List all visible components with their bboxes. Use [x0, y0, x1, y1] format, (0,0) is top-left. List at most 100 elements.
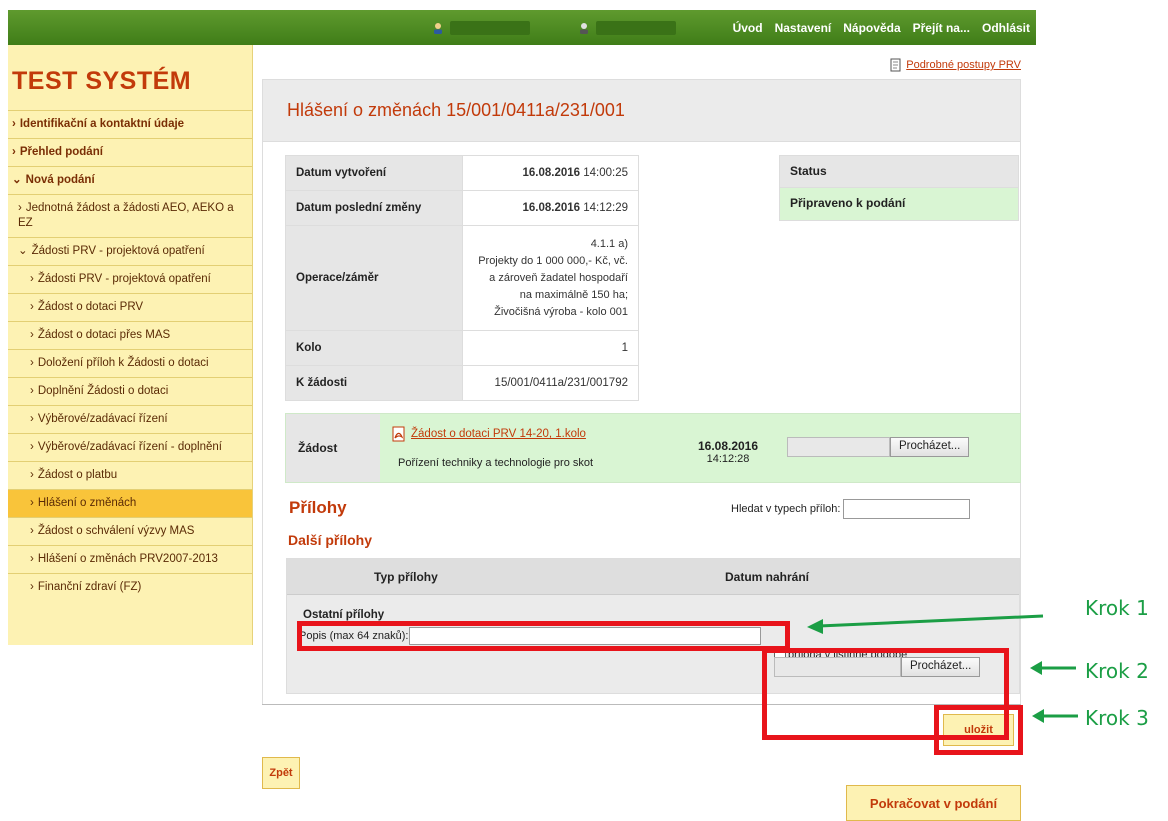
zadost-time-value: 14:12:28: [706, 453, 750, 465]
user-name-redacted: [450, 21, 530, 35]
sidebar-menu: › Identifikační a kontaktní údaje › Přehled…: [8, 110, 252, 601]
user-badge-1: [432, 20, 530, 36]
nav-prejit-na[interactable]: Přejít na...: [913, 21, 970, 35]
chevron-right-icon: ›: [30, 329, 34, 341]
chevron-right-icon: ›: [30, 273, 34, 285]
zadost-doc-link[interactable]: Žádost o dotaci PRV 14-20, 1.kolo: [391, 426, 586, 442]
sidebar-item[interactable]: › Žádosti PRV - projektová opatření: [8, 265, 252, 293]
back-button[interactable]: Zpět: [262, 757, 300, 789]
operation-label: Operace/záměr: [285, 225, 463, 331]
nav-nastaveni[interactable]: Nastavení: [775, 21, 832, 35]
sidebar-item-label: Žádost o dotaci přes MAS: [37, 329, 171, 341]
help-link-label[interactable]: Podrobné postupy PRV: [906, 59, 1021, 71]
zadost-file-picker[interactable]: Procházet...: [787, 437, 970, 457]
user-icon: [580, 23, 588, 34]
step3-highlight-box: [934, 705, 1023, 755]
sidebar-item[interactable]: › Doplnění Žádosti o dotaci: [8, 377, 252, 405]
title-bar: Hlášení o změnách 15/001/0411a/231/001: [262, 79, 1021, 142]
sidebar-item-label: Žádost o platbu: [37, 469, 118, 481]
sidebar-item[interactable]: › Hlášení o změnách: [8, 489, 252, 517]
chevron-right-icon: ›: [30, 357, 34, 369]
dalsi-prilohy-heading: Další přílohy: [288, 532, 373, 548]
sidebar-item[interactable]: ⌄ Žádosti PRV - projektová opatření: [8, 237, 252, 265]
operation-value: 4.1.1 a) Projekty do 1 000 000,- Kč, vč.…: [462, 225, 639, 331]
search-input[interactable]: [843, 499, 971, 519]
sidebar-item-label: Jednotná žádost a žádosti AEO, AEKO a EZ: [18, 202, 234, 229]
chevron-right-icon: ›: [30, 385, 34, 397]
sidebar-item-label: Výběrové/zadávací řízení - doplnění: [37, 441, 222, 453]
col-date: Datum nahrání: [725, 570, 810, 584]
sidebar-item[interactable]: ⌄ Nová podání: [8, 166, 252, 194]
sidebar-item[interactable]: › Finanční zdraví (FZ): [8, 573, 252, 601]
sidebar-item-label: Přehled podání: [19, 146, 103, 158]
user-icon: [434, 23, 442, 34]
zadost-row: Žádost Žádost o dotaci PRV 14-20, 1.kolo…: [285, 413, 1021, 483]
sidebar: TEST SYSTÉM › Identifikační a kontaktní ú…: [8, 45, 253, 645]
chevron-down-icon: ⌄: [12, 174, 22, 186]
step3-arrow-icon: [1032, 709, 1078, 723]
chevron-right-icon: ›: [30, 441, 34, 453]
app-logo: TEST SYSTÉM: [12, 67, 192, 95]
sidebar-item[interactable]: › Hlášení o změnách PRV2007-2013: [8, 545, 252, 573]
status-label: Status: [779, 155, 1019, 188]
sidebar-item-label: Hlášení o změnách: [37, 497, 137, 509]
chevron-right-icon: ›: [30, 581, 34, 593]
sidebar-item-label: Finanční zdraví (FZ): [37, 581, 142, 593]
page-title: Hlášení o změnách 15/001/0411a/231/001: [287, 100, 625, 120]
chevron-right-icon: ›: [30, 497, 34, 509]
changed-value: 16.08.2016 14:12:29: [462, 190, 639, 226]
sidebar-item-label: Žádosti PRV - projektová opatření: [37, 273, 211, 285]
step1-arrow-icon: [807, 614, 1044, 634]
sidebar-item-label: Doložení příloh k Žádosti o dotaci: [37, 357, 209, 369]
top-nav: Úvod Nastavení Nápověda Přejít na... Odh…: [733, 20, 1030, 36]
help-link[interactable]: Podrobné postupy PRV: [889, 58, 1021, 72]
round-label: Kolo: [285, 330, 463, 366]
step2-arrow-icon: [1030, 661, 1076, 675]
sidebar-item[interactable]: › Žádost o schválení výzvy MAS: [8, 517, 252, 545]
nav-napoveda[interactable]: Nápověda: [843, 21, 900, 35]
sidebar-item[interactable]: › Žádost o dotaci PRV: [8, 293, 252, 321]
info-table: Datum vytvoření 16.08.2016 14:00:25 Datu…: [285, 155, 639, 401]
sidebar-item-label: Doplnění Žádosti o dotaci: [37, 385, 169, 397]
sidebar-item-label: Žádost o schválení výzvy MAS: [37, 525, 195, 537]
sidebar-item-label: Identifikační a kontaktní údaje: [19, 118, 185, 130]
request-value: 15/001/0411a/231/001792: [462, 365, 639, 401]
sidebar-item[interactable]: › Žádost o dotaci přes MAS: [8, 321, 252, 349]
sidebar-item-label: Žádost o dotaci PRV: [37, 301, 144, 313]
status-badge: Připraveno k podání: [779, 188, 1019, 221]
sidebar-item[interactable]: › Jednotná žádost a žádosti AEO, AEKO a E…: [8, 194, 252, 237]
zadost-date-value: 16.08.2016: [697, 439, 759, 453]
sidebar-item[interactable]: › Přehled podání: [8, 138, 252, 166]
zadost-browse-button[interactable]: Procházet...: [890, 437, 970, 457]
continue-button[interactable]: Pokračovat v podání: [846, 785, 1021, 821]
chevron-right-icon: ›: [12, 146, 16, 158]
chevron-right-icon: ›: [30, 469, 34, 481]
nav-odhlasit[interactable]: Odhlásit: [982, 21, 1030, 35]
step3-label: Krok 3: [1085, 706, 1149, 730]
sidebar-item[interactable]: › Doložení příloh k Žádosti o dotaci: [8, 349, 252, 377]
sidebar-item-label: Žádosti PRV - projektová opatření: [31, 245, 205, 257]
document-icon: [890, 58, 901, 72]
chevron-right-icon: ›: [30, 525, 34, 537]
step1-label: Krok 1: [1085, 596, 1149, 620]
step2-label: Krok 2: [1085, 659, 1149, 683]
col-type: Typ přílohy: [374, 570, 438, 584]
chevron-right-icon: ›: [12, 118, 16, 130]
sidebar-item[interactable]: › Identifikační a kontaktní údaje: [8, 110, 252, 138]
sidebar-item-label: Hlášení o změnách PRV2007-2013: [37, 553, 218, 565]
request-label: K žádosti: [285, 365, 463, 401]
zadost-doc-link-label[interactable]: Žádost o dotaci PRV 14-20, 1.kolo: [411, 428, 586, 440]
nav-uvod[interactable]: Úvod: [733, 21, 763, 35]
attachments-table-header: Typ přílohy Datum nahrání: [287, 559, 1019, 595]
user-name-redacted: [596, 21, 676, 35]
chevron-right-icon: ›: [30, 301, 34, 313]
sidebar-item[interactable]: › Žádost o platbu: [8, 461, 252, 489]
row-title: Ostatní přílohy: [303, 609, 385, 621]
created-value: 16.08.2016 14:00:25: [462, 155, 639, 191]
sidebar-item[interactable]: › Výběrové/zadávací řízení - doplnění: [8, 433, 252, 461]
prilohy-heading: Přílohy: [289, 498, 347, 517]
created-label: Datum vytvoření: [285, 155, 463, 191]
sidebar-item[interactable]: › Výběrové/zadávací řízení: [8, 405, 252, 433]
zadost-file-field[interactable]: [787, 437, 890, 457]
changed-label: Datum poslední změny: [285, 190, 463, 226]
